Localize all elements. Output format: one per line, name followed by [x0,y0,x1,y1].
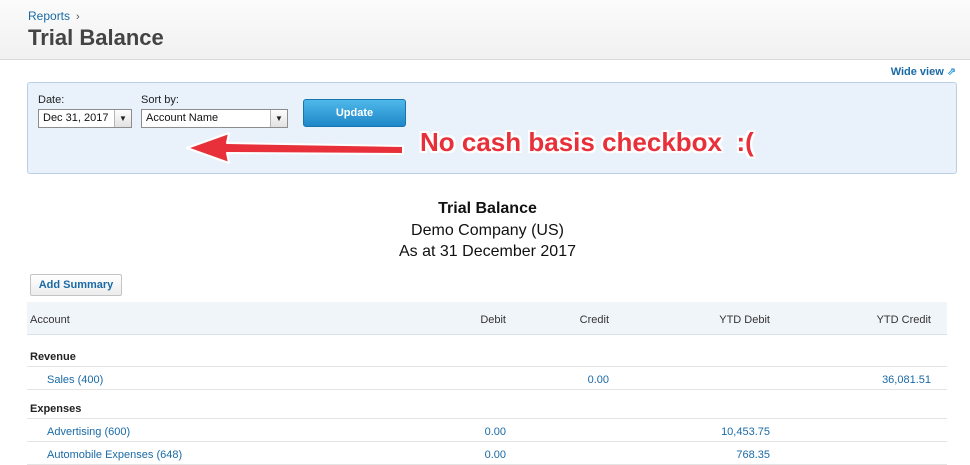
breadcrumb-separator-icon: › [76,11,80,23]
annotation-arrow-icon [186,132,404,164]
breadcrumb-reports-link[interactable]: Reports [28,9,70,23]
column-header-account: Account [30,314,70,326]
sort-by-select[interactable]: Account Name ▼ [141,109,288,128]
group-row-expenses: Expenses [27,397,947,419]
table-row: Advertising (600) 0.00 10,453.75 [27,419,947,442]
dropdown-arrow-icon[interactable]: ▼ [114,110,131,127]
report-date: As at 31 December 2017 [399,243,576,260]
external-arrow-icon: ⇗ [946,66,956,78]
sort-by-select-value: Account Name [146,112,219,124]
account-link[interactable]: Sales (400) [47,374,103,386]
group-label: Revenue [30,351,76,363]
ytd-credit-value[interactable]: 36,081.51 [882,374,931,386]
group-label: Expenses [30,403,82,415]
account-link[interactable]: Automobile Expenses (648) [47,449,182,461]
report-title: Trial Balance [438,200,537,217]
table-row: Automobile Expenses (648) 0.00 768.35 [27,442,947,465]
date-label: Date: [38,94,65,106]
page-title: Trial Balance [28,25,164,50]
table-header: Account Debit Credit YTD Debit YTD Credi… [27,302,947,335]
ytd-debit-value[interactable]: 10,453.75 [721,426,770,438]
add-summary-button[interactable]: Add Summary [30,274,122,296]
annotation-text: No cash basis checkbox :( [420,127,754,157]
wide-view-label: Wide view [890,66,944,78]
page-header: Reports › Trial Balance [0,0,970,60]
date-select[interactable]: Dec 31, 2017 ▼ [38,109,132,128]
column-header-ytd-debit: YTD Debit [719,314,770,326]
debit-value[interactable]: 0.00 [485,426,506,438]
dropdown-arrow-icon[interactable]: ▼ [270,110,287,127]
table-row: Sales (400) 0.00 36,081.51 [27,367,947,390]
account-link[interactable]: Advertising (600) [47,426,130,438]
update-button[interactable]: Update [303,99,406,127]
group-row-revenue: Revenue [27,345,947,367]
ytd-debit-value[interactable]: 768.35 [736,449,770,461]
column-header-debit: Debit [480,314,506,326]
credit-value[interactable]: 0.00 [588,374,609,386]
wide-view-link[interactable]: Wide view ⇗ [891,65,956,78]
date-select-value: Dec 31, 2017 [43,112,109,124]
sort-by-label: Sort by: [141,94,179,106]
column-header-ytd-credit: YTD Credit [876,314,931,326]
report-company: Demo Company (US) [411,222,564,239]
debit-value[interactable]: 0.00 [485,449,506,461]
column-header-credit: Credit [579,314,609,326]
breadcrumb: Reports › [28,9,80,23]
